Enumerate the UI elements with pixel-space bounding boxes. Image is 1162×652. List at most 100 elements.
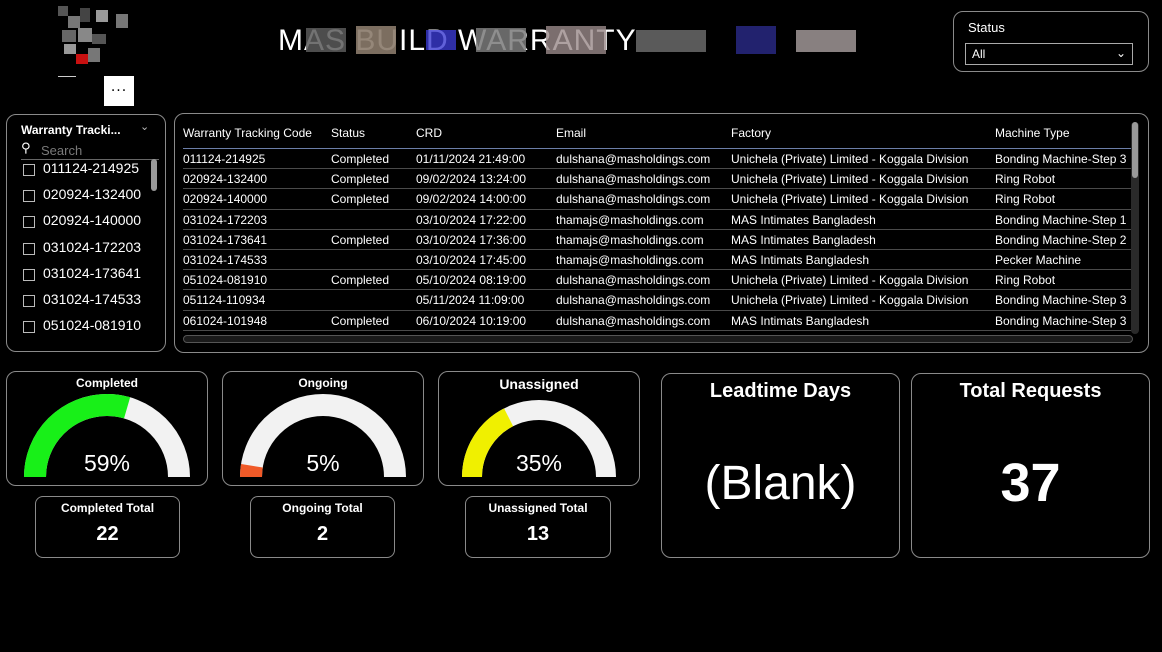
slicer-scrollbar[interactable] <box>151 159 157 191</box>
gauge-ongoing: Ongoing 5% <box>222 371 424 486</box>
column-header[interactable]: Status <box>331 126 365 140</box>
table-row[interactable]: 071024-11574210/07/2024 11:57:00dulshana… <box>183 331 1133 333</box>
column-header[interactable]: Warranty Tracking Code <box>183 126 312 140</box>
table-header: Warranty Tracking Code Status CRD Email Fact… <box>183 118 1133 149</box>
table-cell: 09/02/2024 14:00:00 <box>416 192 527 207</box>
total-label: Unassigned Total <box>488 501 588 515</box>
table-row[interactable]: 031024-173641 Completed 03/10/2024 17:36:0… <box>183 230 1133 250</box>
table-cell: Bonding Machine-Step 3 <box>995 152 1127 166</box>
table-row[interactable]: 011124-214925 Completed 01/11/2024 21:49:0… <box>183 149 1133 170</box>
table-cell: MAS Intimates Bangladesh <box>731 212 876 227</box>
slicer-item-label: 031024-174533 <box>43 290 142 307</box>
gauge-unassigned: Unassigned 35% <box>438 371 640 486</box>
gauge-value: 59% <box>83 450 131 476</box>
slicer-search-input[interactable]: ⚲ Search <box>21 141 159 160</box>
table-cell: Unichela (Private) Limited - Koggala Div… <box>731 152 969 166</box>
slicer-item-label: 020924-140000 <box>43 212 142 229</box>
search-icon: ⚲ <box>21 141 31 156</box>
slicer-item-label: 031024-173641 <box>43 264 142 281</box>
table-horizontal-scrollbar[interactable] <box>183 335 1133 343</box>
total-value: 22 <box>96 523 119 545</box>
table-cell: Bonding Machine-Step 3 <box>995 293 1127 308</box>
total-requests-card: Total Requests 37 <box>911 373 1150 558</box>
table-cell: 03/10/2024 17:45:00 <box>416 252 527 267</box>
company-logo: ... <box>56 4 136 108</box>
chevron-down-icon[interactable]: ⌄ <box>140 120 149 133</box>
table-cell: Unichela (Private) Limited - Koggala Div… <box>731 293 969 308</box>
slicer-list: 011124-214925 020924-132400 020924-140000 0… <box>21 159 151 342</box>
table-cell: 09/02/2024 13:24:00 <box>416 172 527 187</box>
status-dropdown-value: All <box>972 47 986 61</box>
total-requests-label: Total Requests <box>959 380 1102 402</box>
table-row[interactable]: 031024-172203 03/10/2024 17:22:00 thamajs@… <box>183 210 1133 230</box>
table-cell: Ring Robot <box>995 172 1056 187</box>
warranty-code-slicer: Warranty Tracki... ⌄ ⚲ Search 011124-214… <box>6 114 166 352</box>
table-cell: 03/10/2024 17:36:00 <box>416 232 527 247</box>
status-filter-label: Status <box>968 20 1005 35</box>
unassigned-total-card: Unassigned Total 13 <box>465 496 611 558</box>
table-row[interactable]: 051024-081910 Completed 05/10/2024 08:19:0… <box>183 270 1133 291</box>
slicer-search-placeholder: Search <box>41 143 83 158</box>
table-body: 011124-214925 Completed 01/11/2024 21:49:0… <box>183 149 1133 333</box>
table-vertical-scrollbar[interactable] <box>1132 122 1138 178</box>
warranty-table: Warranty Tracking Code Status CRD Email Fact… <box>183 118 1133 333</box>
leadtime-value: (Blank) <box>704 457 857 510</box>
table-cell: Pecker Machine <box>995 252 1082 267</box>
checkbox[interactable] <box>23 190 35 203</box>
table-cell: 051124-110934 <box>183 293 266 308</box>
table-cell: Completed <box>331 232 390 247</box>
checkbox[interactable] <box>23 216 35 229</box>
slicer-item[interactable]: 031024-173641 <box>21 264 151 290</box>
slicer-item[interactable]: 020924-132400 <box>21 185 151 211</box>
column-header[interactable]: Machine Type <box>995 126 1070 140</box>
column-header[interactable]: Email <box>556 126 586 140</box>
checkbox[interactable] <box>23 164 35 176</box>
slicer-item[interactable]: 020924-140000 <box>21 211 151 237</box>
ongoing-total-card: Ongoing Total 2 <box>250 496 395 558</box>
table-cell: Unichela (Private) Limited - Koggala Div… <box>731 273 969 288</box>
table-cell: Completed <box>331 152 390 166</box>
checkbox[interactable] <box>23 321 35 334</box>
slicer-item[interactable]: 051024-081910 <box>21 316 151 342</box>
gauge-value: 5% <box>306 450 340 476</box>
table-row[interactable]: 061024-101948 Completed 06/10/2024 10:19:0… <box>183 311 1133 331</box>
table-cell: Bonding Machine-Step 1 <box>995 212 1127 227</box>
table-cell: Ring Robot <box>995 192 1056 207</box>
total-label: Completed Total <box>60 501 155 515</box>
checkbox[interactable] <box>23 242 35 255</box>
slicer-item[interactable]: 011124-214925 <box>21 159 151 185</box>
slicer-item-label: 020924-132400 <box>43 186 142 203</box>
table-cell: dulshana@masholdings.com <box>556 192 711 207</box>
table-cell: 031024-172203 <box>183 212 268 227</box>
table-cell: 011124-214925 <box>183 152 266 166</box>
checkbox[interactable] <box>23 268 35 281</box>
table-row[interactable]: 020924-140000 Completed 09/02/2024 14:00:0… <box>183 189 1133 210</box>
leadtime-card: Leadtime Days (Blank) <box>661 373 900 558</box>
table-row[interactable]: 031024-174533 03/10/2024 17:45:00 thamajs@… <box>183 250 1133 271</box>
table-row[interactable]: 020924-132400 Completed 09/02/2024 13:24:0… <box>183 169 1133 190</box>
table-cell: 020924-140000 <box>183 192 268 207</box>
total-label: Ongoing Total <box>282 501 363 515</box>
table-cell: 051024-081910 <box>183 273 268 288</box>
table-cell: 031024-174533 <box>183 252 268 267</box>
table-cell: Bonding Machine-Step 3 <box>995 313 1127 328</box>
slicer-title: Warranty Tracki... <box>21 123 121 137</box>
table-cell: thamajs@masholdings.com <box>556 232 704 247</box>
table-row[interactable]: 051124-110934 05/11/2024 11:09:00 dulshana… <box>183 290 1133 311</box>
table-cell: dulshana@masholdings.com <box>556 172 711 187</box>
slicer-item[interactable]: 031024-172203 <box>21 238 151 264</box>
table-cell: Completed <box>331 273 390 288</box>
table-cell: 01/11/2024 21:49:00 <box>416 152 526 166</box>
page-title: MAS BUILD WARRANTY <box>276 22 876 62</box>
more-options-button[interactable]: ... <box>104 76 134 106</box>
table-cell: Completed <box>331 172 390 187</box>
column-header[interactable]: CRD <box>416 126 442 140</box>
checkbox[interactable] <box>23 294 35 307</box>
column-header[interactable]: Factory <box>731 126 771 140</box>
leadtime-label: Leadtime Days <box>709 380 852 402</box>
table-cell: thamajs@masholdings.com <box>556 212 704 227</box>
chevron-down-icon: ⌄ <box>1115 46 1126 60</box>
table-cell: dulshana@masholdings.com <box>556 273 711 288</box>
slicer-item[interactable]: 031024-174533 <box>21 290 151 316</box>
status-dropdown[interactable]: All ⌄ <box>965 43 1133 65</box>
